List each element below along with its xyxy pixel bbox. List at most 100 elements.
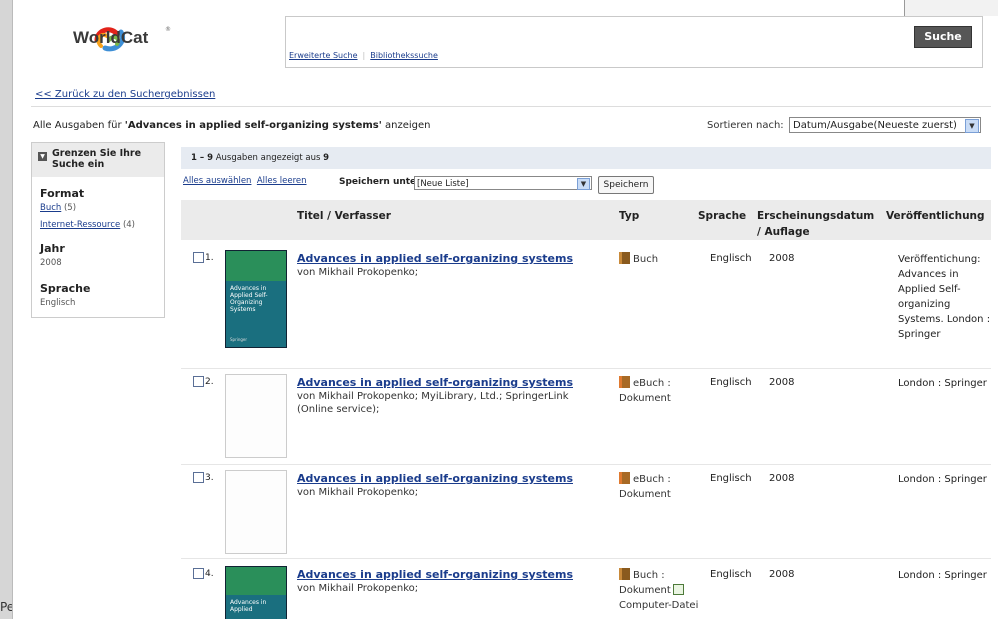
chevron-down-icon[interactable]: ▼ — [577, 178, 590, 190]
result-year: 2008 — [769, 253, 795, 264]
logo-text: WorldCat — [73, 28, 149, 47]
cover-placeholder — [225, 470, 287, 554]
result-author: von Mikhail Prokopenko; — [297, 583, 419, 594]
facet-title-language: Sprache — [40, 282, 91, 295]
book-cover-image[interactable]: Advances in Applied Self-Organizing Syst… — [225, 250, 287, 348]
logo-registered-mark: ® — [165, 26, 171, 33]
result-type: eBuch : Dokument — [619, 472, 709, 502]
result-year: 2008 — [769, 473, 795, 484]
book-cover-image[interactable]: Advances in Applied — [225, 566, 287, 619]
row-checkbox[interactable] — [193, 472, 204, 483]
row-checkbox[interactable] — [193, 252, 204, 263]
result-language: Englisch — [710, 377, 752, 388]
result-language: Englisch — [710, 569, 752, 580]
row-checkbox[interactable] — [193, 568, 204, 579]
save-list-select[interactable]: [Neue Liste] ▼ — [414, 176, 592, 190]
row-number: 3. — [205, 473, 214, 483]
search-input[interactable] — [290, 23, 902, 43]
search-button[interactable]: Suche — [914, 26, 972, 48]
type-sub-label: Dokument — [619, 393, 671, 404]
result-language: Englisch — [710, 253, 752, 264]
cover-band — [226, 567, 286, 595]
editions-suffix: anzeigen — [381, 120, 431, 131]
save-under-label: Speichern unter: — [339, 177, 425, 187]
result-tools: Alles auswählen Alles leeren — [183, 176, 307, 186]
column-header-type[interactable]: Typ — [619, 208, 639, 224]
result-publication: Veröffentichung: Advances in Applied Sel… — [898, 254, 991, 340]
result-type: Buch : Dokument Computer-Datei — [619, 568, 709, 613]
result-author: von Mikhail Prokopenko; — [297, 487, 419, 498]
type-sub-label: Dokument — [619, 585, 671, 596]
result-publication: London : Springer — [898, 570, 987, 581]
cover-placeholder — [225, 374, 287, 458]
result-author: von Mikhail Prokopenko; MyiLibrary, Ltd.… — [297, 391, 569, 415]
sidebar-header[interactable]: ▼ Grenzen Sie Ihre Suche ein — [32, 143, 164, 177]
row-divider — [181, 368, 991, 369]
link-separator: | — [362, 51, 366, 60]
result-year: 2008 — [769, 569, 795, 580]
result-title-link[interactable]: Advances in applied self-organizing syst… — [297, 472, 573, 485]
facet-link-book[interactable]: Buch — [40, 203, 61, 213]
result-row: 1. Advances in Applied Self-Organizing S… — [181, 250, 991, 362]
type-label: Buch — [633, 254, 659, 265]
column-header-language[interactable]: Sprache — [698, 208, 746, 224]
result-title-link[interactable]: Advances in applied self-organizing syst… — [297, 252, 573, 265]
search-box: Suche Erweiterte Suche | Bibliothekssuche — [285, 16, 983, 68]
facet-link-internet-resource[interactable]: Internet-Ressource — [40, 220, 120, 230]
column-header-title[interactable]: Titel / Verfasser — [297, 208, 391, 224]
column-header-date[interactable]: Erscheinungsdatum / Auflage — [757, 208, 874, 240]
clear-all-link[interactable]: Alles leeren — [257, 176, 307, 186]
save-list-selected: [Neue Liste] — [417, 179, 469, 189]
result-year: 2008 — [769, 377, 795, 388]
result-type: Buch — [619, 252, 709, 267]
row-checkbox[interactable] — [193, 376, 204, 387]
refine-sidebar: ▼ Grenzen Sie Ihre Suche ein Format Buch… — [31, 142, 165, 318]
search-links: Erweiterte Suche | Bibliothekssuche — [289, 51, 438, 60]
collapse-icon[interactable]: ▼ — [38, 152, 47, 161]
column-header-publication[interactable]: Veröffentlichung — [886, 208, 985, 224]
result-row: 2. Advances in applied self-organizing s… — [181, 374, 991, 458]
chevron-down-icon[interactable]: ▼ — [965, 119, 979, 133]
cover-band — [226, 251, 286, 281]
select-all-link[interactable]: Alles auswählen — [183, 176, 251, 186]
result-language: Englisch — [710, 473, 752, 484]
background-window-left — [0, 0, 12, 619]
sidebar-heading: Grenzen Sie Ihre Suche ein — [52, 148, 142, 170]
cover-title: Advances in Applied Self-Organizing Syst… — [230, 285, 268, 313]
facet-title-format: Format — [40, 187, 85, 200]
floppy-disk-icon — [672, 584, 684, 595]
editions-query: 'Advances in applied self-organizing sys… — [124, 120, 382, 131]
result-publication: London : Springer — [898, 474, 987, 485]
facet-language-value: Englisch — [40, 298, 76, 308]
back-to-results-link[interactable]: << Zurück zu den Suchergebnissen — [35, 89, 215, 100]
cover-publisher: Springer — [230, 337, 248, 342]
type-label: eBuch : — [633, 378, 671, 389]
result-row: 3. Advances in applied self-organizing s… — [181, 470, 991, 554]
type-sub-label-2: Computer-Datei — [619, 600, 699, 611]
editions-heading: Alle Ausgaben für 'Advances in applied s… — [33, 120, 430, 131]
row-number: 4. — [205, 569, 214, 579]
book-icon — [619, 252, 630, 264]
background-window-corner — [904, 0, 998, 16]
facet-title-year: Jahr — [40, 242, 65, 255]
results-count: 1 – 9 Ausgaben angezeigt aus 9 — [191, 153, 329, 163]
results-total: 9 — [323, 153, 330, 163]
facet-count: (4) — [122, 220, 135, 230]
sort-select[interactable]: Datum/Ausgabe(Neueste zuerst) ▼ — [789, 117, 981, 133]
library-search-link[interactable]: Bibliothekssuche — [370, 51, 438, 60]
worldcat-page: WorldCat ® Suche Erweiterte Suche | Biblio… — [12, 0, 998, 619]
result-title-link[interactable]: Advances in applied self-organizing syst… — [297, 376, 573, 389]
save-button[interactable]: Speichern — [598, 176, 654, 194]
result-type: eBuch : Dokument — [619, 376, 709, 406]
advanced-search-link[interactable]: Erweiterte Suche — [289, 51, 358, 60]
type-label: eBuch : — [633, 474, 671, 485]
divider — [31, 106, 991, 107]
row-number: 2. — [205, 377, 214, 387]
type-sub-label: Dokument — [619, 489, 671, 500]
ebook-icon — [619, 376, 630, 388]
result-title-link[interactable]: Advances in applied self-organizing syst… — [297, 568, 573, 581]
row-divider — [181, 464, 991, 465]
column-header-date-line2: / Auflage — [757, 226, 810, 238]
editions-prefix: Alle Ausgaben für — [33, 120, 125, 131]
result-publication: London : Springer — [898, 378, 987, 389]
